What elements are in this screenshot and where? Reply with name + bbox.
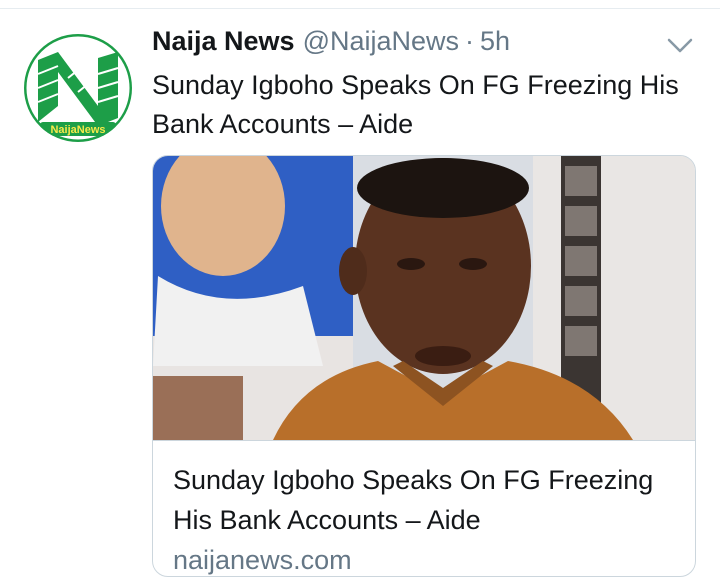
top-divider [0, 8, 720, 9]
naija-news-logo-icon: NaijaNews [24, 34, 132, 142]
card-title: Sunday Igboho Speaks On FG Freezing His … [173, 465, 654, 535]
card-image [153, 156, 695, 440]
tweet-header: Naija News @NaijaNews · 5h [152, 26, 510, 66]
avatar[interactable]: NaijaNews [24, 34, 132, 142]
tweet-menu-button[interactable] [662, 30, 698, 62]
timestamp[interactable]: 5h [480, 26, 510, 57]
author-name[interactable]: Naija News [152, 26, 295, 57]
chevron-down-icon [667, 38, 693, 53]
avatar-logo-text: NaijaNews [50, 124, 105, 136]
separator-dot: · [465, 26, 475, 56]
author-handle[interactable]: @NaijaNews [303, 26, 459, 57]
link-card[interactable]: Sunday Igboho Speaks On FG Freezing His … [152, 155, 696, 577]
tweet-text: Sunday Igboho Speaks On FG Freezing His … [152, 70, 679, 139]
card-divider [153, 440, 695, 441]
card-domain: naijanews.com [173, 545, 352, 575]
